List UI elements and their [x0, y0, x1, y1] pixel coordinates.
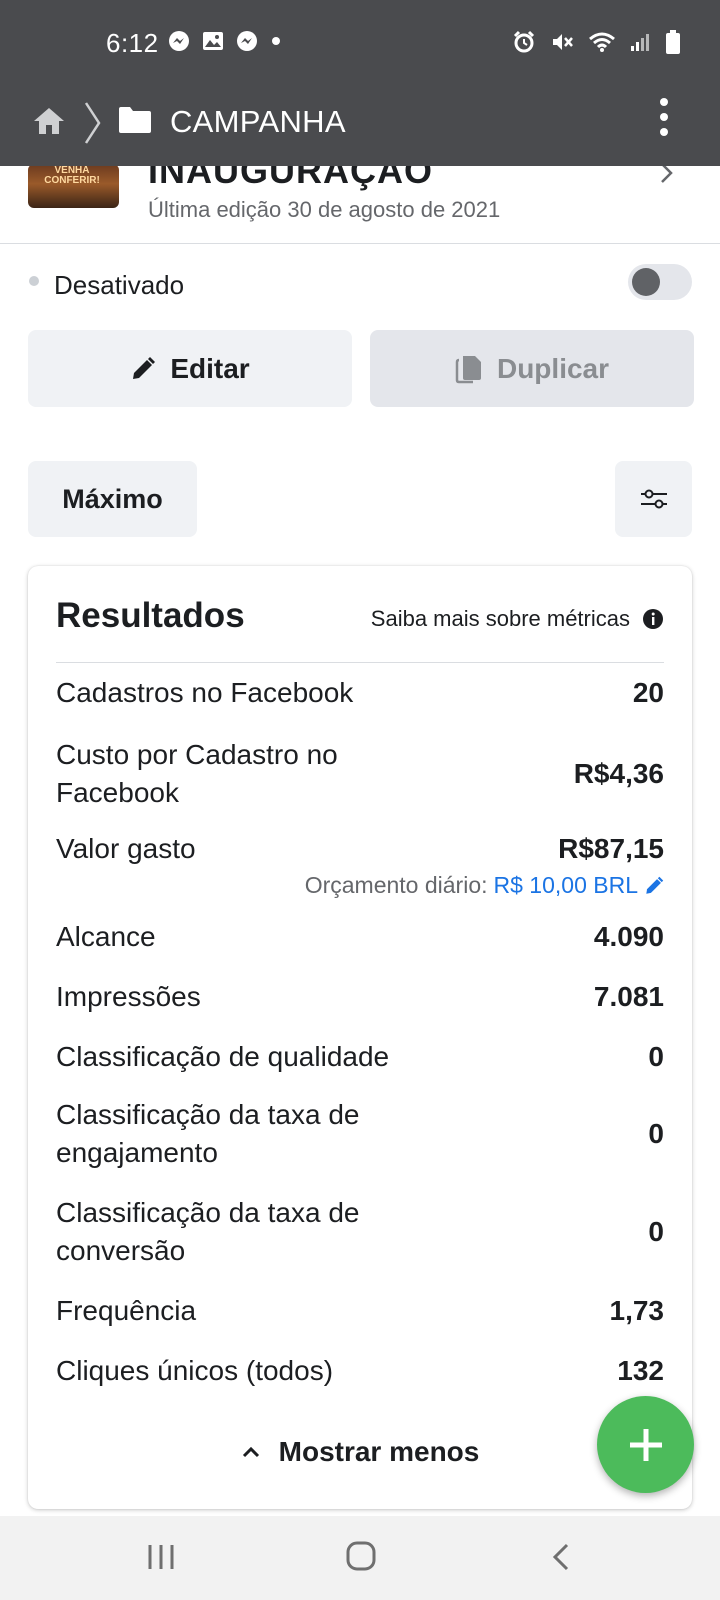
metric-row: Frequência 1,73 — [56, 1292, 664, 1332]
back-icon[interactable] — [550, 1542, 572, 1572]
show-less-button[interactable]: Mostrar menos — [28, 1436, 692, 1468]
budget-label: Orçamento diário: — [304, 872, 488, 898]
metric-value: 0 — [648, 1041, 664, 1072]
status-time: 6:12 — [106, 28, 159, 58]
home-icon[interactable] — [32, 106, 66, 136]
metric-value: 1,73 — [609, 1295, 665, 1326]
recent-apps-icon[interactable] — [147, 1542, 175, 1572]
metric-label: Valor gasto — [56, 833, 196, 864]
page-title: CAMPANHA — [170, 104, 346, 139]
metric-row: Valor gasto R$87,15 Orçamento diário: R$… — [56, 830, 664, 910]
campaign-header[interactable]: VENHA CONFERIR! INAUGURAÇÃO Última ediçã… — [0, 166, 720, 244]
folder-icon — [119, 107, 151, 133]
campaign-toggle[interactable] — [628, 264, 692, 300]
status-dot — [29, 276, 39, 286]
results-card: Resultados Saiba mais sobre métricas Cad… — [28, 566, 692, 1509]
metric-label: Alcance — [56, 921, 156, 952]
metric-row: Cadastros no Facebook 20 — [56, 674, 664, 714]
results-title: Resultados — [56, 596, 245, 635]
show-less-label: Mostrar menos — [278, 1436, 480, 1467]
filter-button[interactable] — [615, 461, 692, 537]
mute-icon — [553, 34, 573, 50]
plus-icon — [629, 1428, 662, 1461]
metric-value: 20 — [632, 677, 664, 708]
wifi-icon — [589, 32, 615, 52]
alarm-icon — [513, 30, 535, 53]
metric-row: Classificação da taxa de engajamento 0 — [56, 1096, 664, 1176]
campaign-name: INAUGURAÇÃO — [148, 166, 433, 191]
daily-budget[interactable]: Orçamento diário: R$ 10,00 BRL — [305, 872, 664, 899]
metric-value: R$87,15 — [558, 833, 664, 864]
status-bar: 6:12 — [0, 0, 720, 84]
metric-row: Custo por Cadastro no Facebook R$4,36 — [56, 736, 664, 816]
gallery-icon — [203, 32, 223, 50]
thumbnail-text: VENHA CONFERIR! — [44, 166, 100, 186]
metric-value: 0 — [648, 1118, 664, 1149]
chevron-right-icon — [84, 102, 101, 144]
duplicate-label: Duplicar — [496, 352, 610, 384]
metric-value: 132 — [617, 1355, 664, 1386]
signal-icon — [631, 34, 649, 51]
metric-label: Impressões — [56, 981, 201, 1012]
metric-row: Impressões 7.081 — [56, 978, 664, 1018]
metric-row: Classificação de qualidade 0 — [56, 1038, 664, 1078]
campaign-thumbnail: VENHA CONFERIR! — [28, 166, 119, 208]
info-icon — [643, 609, 663, 629]
last-edited: Última edição 30 de agosto de 2021 — [148, 197, 501, 222]
metric-value: R$4,36 — [573, 758, 664, 789]
metric-row: Alcance 4.090 — [56, 918, 664, 958]
status-label: Desativado — [54, 270, 185, 300]
edit-label: Editar — [170, 352, 250, 384]
sliders-icon — [640, 489, 667, 509]
metric-value: 4.090 — [593, 921, 664, 952]
app-bar: CAMPANHA — [0, 84, 720, 166]
date-range-button[interactable]: Máximo — [28, 461, 197, 537]
pencil-icon[interactable] — [644, 876, 664, 896]
battery-icon — [666, 30, 680, 54]
metric-label: Cliques únicos (todos) — [56, 1355, 334, 1386]
messenger-icon — [237, 31, 257, 51]
home-nav-icon[interactable] — [346, 1540, 376, 1572]
system-icons — [512, 30, 680, 54]
dot-icon — [272, 37, 280, 45]
metric-label: Frequência — [56, 1295, 197, 1326]
edit-button[interactable]: Editar — [28, 330, 352, 407]
create-fab-button[interactable] — [597, 1396, 694, 1493]
metric-row: Classificação da taxa de conversão 0 — [56, 1194, 664, 1274]
kebab-icon[interactable] — [654, 98, 674, 138]
system-nav-bar — [0, 1516, 720, 1600]
divider — [56, 662, 664, 663]
toggle-knob — [632, 268, 660, 296]
pencil-icon — [133, 356, 156, 379]
metric-label: Custo por Cadastro no Facebook — [56, 739, 338, 808]
notification-icons — [168, 30, 282, 52]
metric-value: 0 — [648, 1216, 664, 1247]
date-range-label: Máximo — [62, 483, 163, 514]
metric-label: Cadastros no Facebook — [56, 677, 354, 708]
metrics-info-link[interactable]: Saiba mais sobre métricas — [371, 606, 664, 632]
duplicate-button[interactable]: Duplicar — [370, 330, 694, 407]
metric-row: Cliques únicos (todos) 132 — [56, 1352, 664, 1392]
metric-label: Classificação da taxa de conversão — [56, 1197, 360, 1266]
metric-value: 7.081 — [593, 981, 664, 1012]
duplicate-icon — [455, 355, 481, 383]
budget-value[interactable]: R$ 10,00 BRL — [494, 872, 638, 899]
messenger-icon — [169, 31, 189, 51]
chevron-up-icon — [242, 1446, 259, 1458]
metric-label: Classificação da taxa de engajamento — [56, 1099, 360, 1168]
chevron-right-icon — [661, 166, 673, 183]
metrics-link-label: Saiba mais sobre métricas — [370, 606, 630, 631]
metric-label: Classificação de qualidade — [56, 1041, 390, 1072]
